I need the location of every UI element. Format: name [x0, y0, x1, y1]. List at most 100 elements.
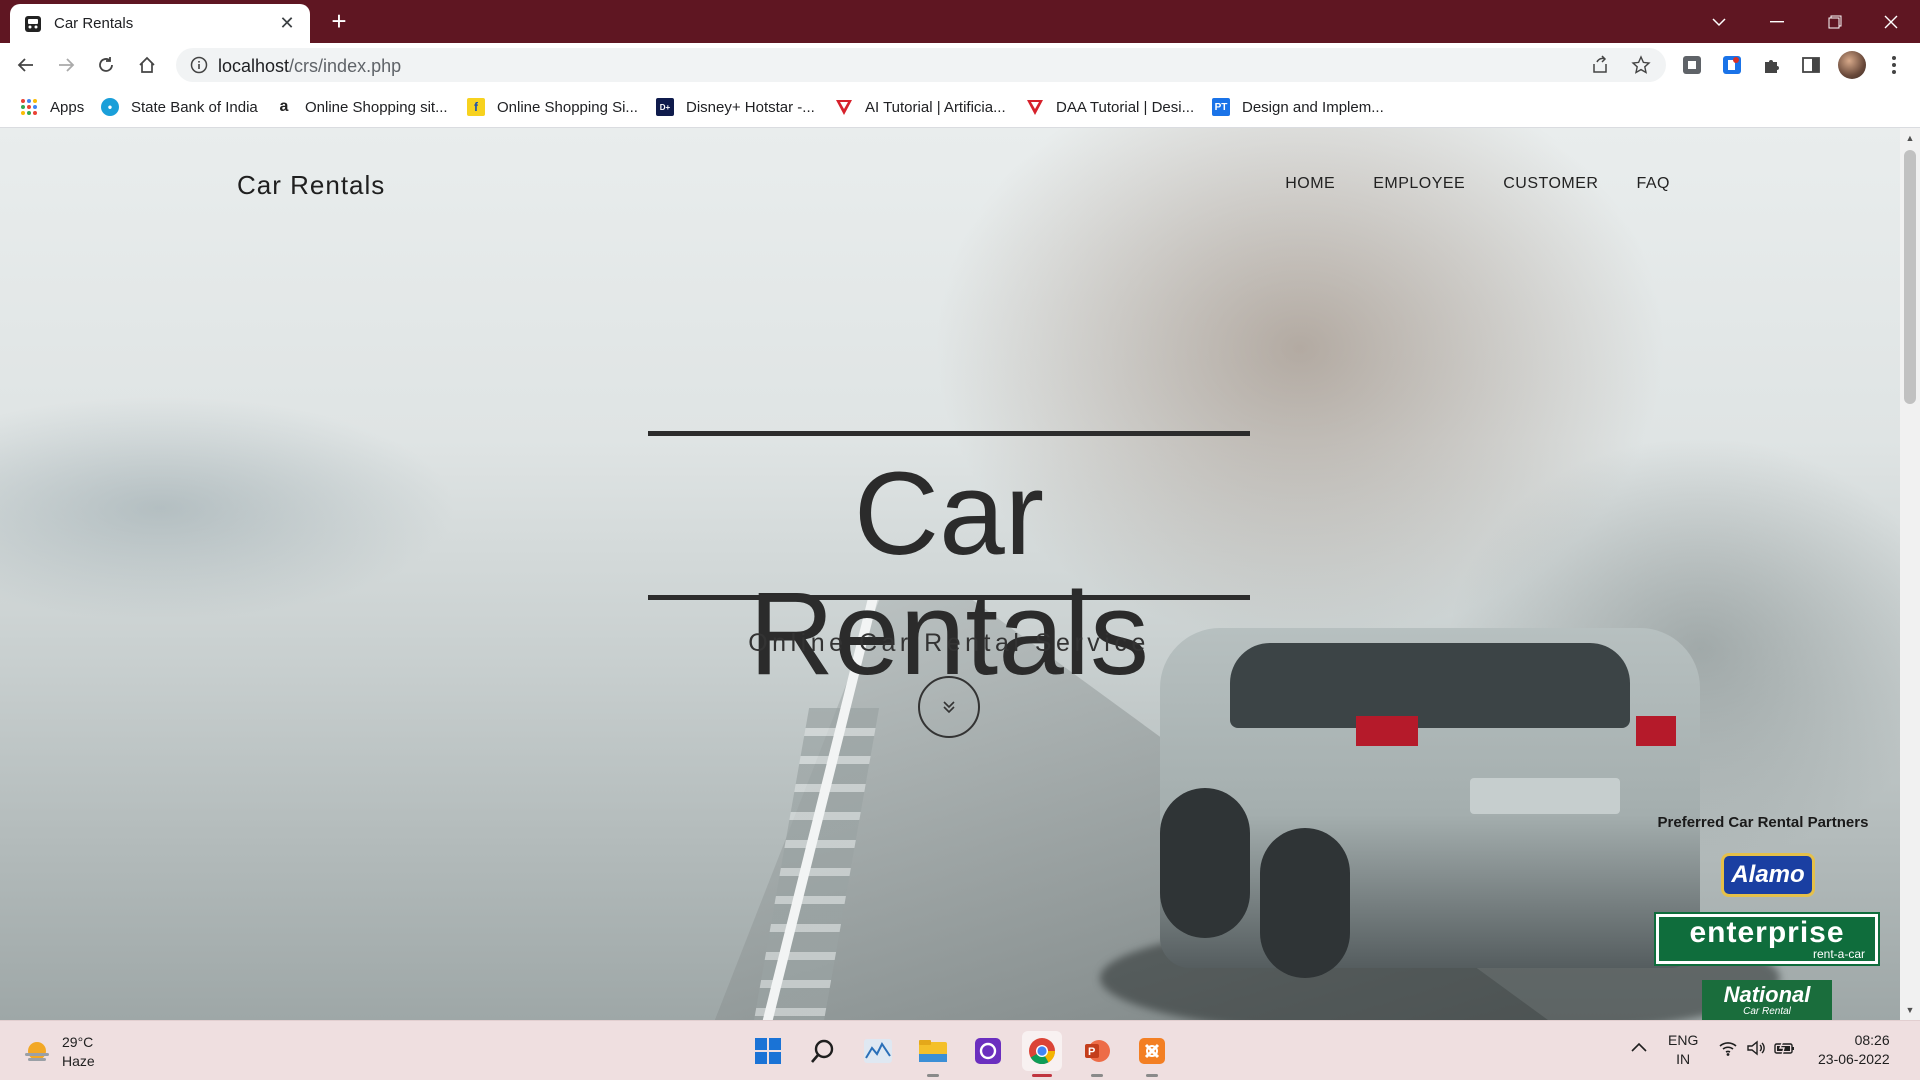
battery-charging-icon — [1774, 1040, 1794, 1056]
bookmark-ai-tutorial[interactable]: AI Tutorial | Artificia... — [835, 96, 1006, 118]
nav-faq[interactable]: FAQ — [1636, 175, 1670, 193]
nav-home[interactable]: HOME — [1285, 175, 1335, 193]
close-icon — [1884, 15, 1898, 28]
minimize-button[interactable] — [1748, 0, 1806, 43]
taskbar-app-xampp[interactable] — [1132, 1031, 1172, 1077]
show-hidden-icons-button[interactable] — [1630, 1039, 1648, 1058]
search-icon — [811, 1039, 834, 1063]
bookmark-flipkart[interactable]: f Online Shopping Si... — [467, 96, 638, 118]
page-scrollbar[interactable]: ▲ ▼ — [1900, 128, 1920, 1020]
bookmark-label: Design and Implem... — [1242, 98, 1384, 116]
taskbar-app-powerpoint[interactable]: P — [1077, 1031, 1117, 1077]
info-icon[interactable] — [190, 56, 208, 74]
scroll-down-arrow-icon[interactable]: ▼ — [1900, 1002, 1920, 1018]
national-logo-text: National — [1723, 981, 1811, 1007]
national-logo-subtext: Car Rental — [1743, 1005, 1791, 1017]
bookmark-amazon[interactable]: a Online Shopping sit... — [275, 96, 448, 118]
scroll-down-button[interactable] — [918, 676, 980, 738]
bookmark-label: State Bank of India — [131, 98, 258, 116]
windows-start-icon — [755, 1038, 781, 1064]
alamo-logo[interactable]: Alamo — [1721, 853, 1815, 897]
nav-customer[interactable]: CUSTOMER — [1503, 175, 1598, 193]
pt-icon: PT — [1212, 98, 1230, 116]
extension-icon[interactable] — [1721, 54, 1743, 76]
home-button[interactable] — [131, 49, 163, 81]
wifi-icon — [1719, 1042, 1737, 1056]
home-icon — [139, 56, 155, 73]
tutorial-icon — [836, 100, 852, 115]
bookmark-design[interactable]: PT Design and Implem... — [1212, 96, 1384, 118]
clock-date: 23-06-2022 — [1818, 1051, 1890, 1067]
app-icon — [975, 1038, 1001, 1064]
powerpoint-icon: P — [1085, 1040, 1110, 1062]
start-button[interactable] — [748, 1031, 788, 1071]
reload-button[interactable] — [90, 49, 122, 81]
close-window-button[interactable] — [1862, 0, 1920, 43]
tab-close-icon[interactable]: ✕ — [278, 13, 296, 34]
bookmark-sbi[interactable]: • State Bank of India — [101, 96, 258, 118]
reload-icon — [99, 57, 113, 72]
nav-employee[interactable]: EMPLOYEE — [1373, 175, 1465, 193]
site-brand[interactable]: Car Rentals — [237, 170, 385, 201]
minimize-icon — [1770, 20, 1784, 22]
enterprise-logo[interactable]: enterprise rent-a-car — [1654, 912, 1880, 966]
bookmark-star-icon[interactable] — [1631, 55, 1651, 75]
more-menu-icon[interactable] — [1883, 54, 1905, 76]
file-explorer-icon — [919, 1040, 947, 1062]
address-bar[interactable]: localhost/crs/index.php — [176, 48, 1666, 82]
national-logo[interactable]: National Car Rental — [1702, 980, 1832, 1020]
bookmark-apps[interactable]: Apps — [20, 96, 84, 118]
chevron-down-icon — [1712, 17, 1726, 26]
site-nav: HOME EMPLOYEE CUSTOMER FAQ — [1285, 175, 1670, 193]
language-indicator[interactable]: ENG IN — [1668, 1031, 1698, 1069]
hero-car-plate — [1470, 778, 1620, 814]
hotstar-icon: D+ — [656, 98, 674, 116]
xampp-icon — [1139, 1038, 1165, 1064]
extension-icon[interactable] — [1681, 54, 1703, 76]
browser-tab-active[interactable]: Car Rentals ✕ — [10, 4, 310, 43]
restore-button[interactable] — [1806, 0, 1864, 43]
windows-taskbar: 29°C Haze P ENG IN 08:26 23-06-2022 — [0, 1020, 1920, 1080]
share-icon[interactable] — [1590, 55, 1610, 75]
taskbar-app-file-explorer[interactable] — [913, 1031, 953, 1077]
arrow-right-icon — [59, 58, 75, 72]
taskbar-app-chrome[interactable] — [1022, 1031, 1062, 1077]
taskbar-app-purple[interactable] — [968, 1031, 1008, 1071]
car-favicon-icon — [25, 15, 41, 32]
tab-search-button[interactable] — [1690, 0, 1748, 43]
chevron-up-icon — [1631, 1042, 1647, 1052]
profile-avatar[interactable] — [1838, 51, 1866, 79]
taskbar-running-indicator — [1146, 1074, 1158, 1077]
stocks-icon — [864, 1039, 892, 1063]
weather-temp: 29°C — [62, 1034, 94, 1050]
taskbar-running-indicator — [1091, 1074, 1103, 1077]
weather-widget[interactable]: 29°C Haze — [22, 1033, 95, 1071]
clock[interactable]: 08:26 23-06-2022 — [1818, 1031, 1890, 1069]
url-host: localhost — [218, 56, 290, 76]
amazon-icon: a — [279, 98, 289, 115]
taskbar-app-stocks[interactable] — [858, 1031, 898, 1071]
restore-icon — [1828, 15, 1842, 28]
puzzle-icon[interactable] — [1761, 54, 1783, 76]
system-tray-icons[interactable] — [1718, 1040, 1796, 1056]
bookmark-label: Disney+ Hotstar -... — [686, 98, 815, 116]
weather-text: 29°C Haze — [62, 1033, 95, 1071]
new-tab-button[interactable]: + — [325, 7, 353, 35]
hero-car-taillight — [1356, 716, 1418, 746]
hero-car-wheel — [1260, 828, 1350, 978]
taskbar-running-indicator — [927, 1074, 939, 1077]
side-panel-icon[interactable] — [1800, 54, 1822, 76]
bookmark-daa-tutorial[interactable]: DAA Tutorial | Desi... — [1026, 96, 1194, 118]
taskbar-active-indicator — [1032, 1074, 1052, 1077]
taskbar-search-button[interactable] — [803, 1031, 843, 1071]
back-button[interactable] — [10, 49, 42, 81]
tab-title: Car Rentals — [54, 15, 134, 32]
svg-text:P: P — [1088, 1046, 1095, 1058]
scrollbar-thumb[interactable] — [1904, 150, 1916, 404]
bookmark-hotstar[interactable]: D+ Disney+ Hotstar -... — [656, 96, 815, 118]
apps-grid-icon — [21, 99, 37, 115]
forward-button[interactable] — [50, 49, 82, 81]
volume-icon — [1747, 1040, 1765, 1056]
bookmarks-bar: Apps • State Bank of India a Online Shop… — [0, 87, 1920, 128]
scroll-up-arrow-icon[interactable]: ▲ — [1900, 130, 1920, 146]
